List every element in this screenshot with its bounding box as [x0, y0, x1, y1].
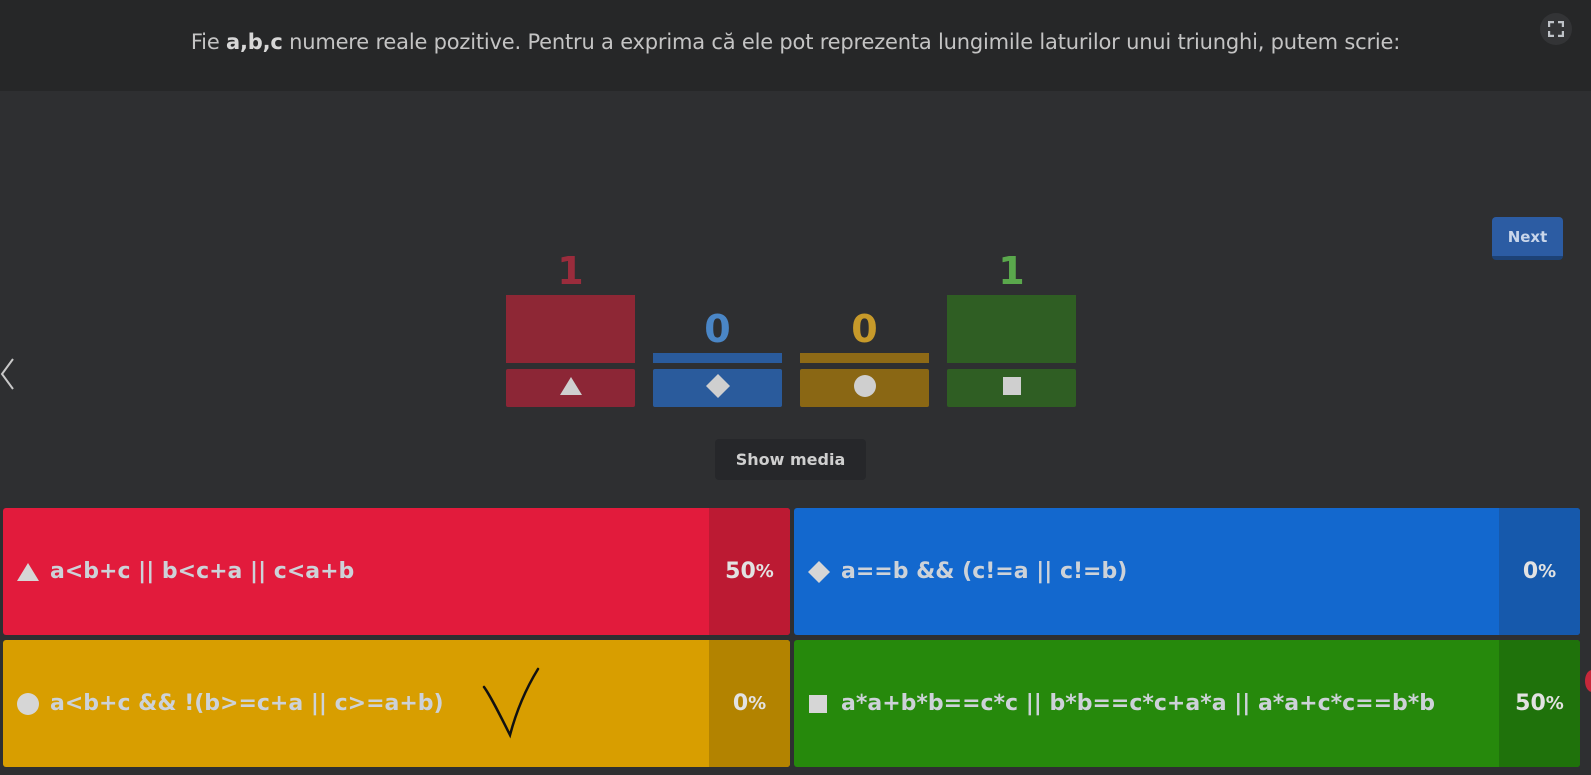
answer-text: a==b && (c!=a || c!=b) [841, 559, 1128, 584]
diamond-icon [705, 373, 731, 403]
result-bar-base [653, 369, 782, 407]
cursor-indicator [1585, 670, 1591, 692]
square-icon [809, 694, 827, 713]
answer-percent: 50% [709, 508, 790, 635]
result-bar-fill [800, 353, 929, 363]
result-count: 0 [704, 307, 731, 351]
answer-option-square: a*a+b*b==c*c || b*b==c*c+a*a || a*a+c*c=… [794, 640, 1580, 767]
result-bar-base [947, 369, 1076, 407]
fullscreen-icon [1548, 21, 1564, 37]
question-suffix: numere reale pozitive. Pentru a exprima … [282, 30, 1401, 54]
fullscreen-button[interactable] [1540, 13, 1572, 45]
handwritten-checkmark [482, 667, 540, 739]
answer-percent: 50% [1499, 640, 1580, 767]
next-button[interactable]: Next [1492, 217, 1563, 260]
answer-percent: 0% [709, 640, 790, 767]
answer-percent: 0% [1499, 508, 1580, 635]
answer-text: a<b+c && !(b>=c+a || c>=a+b) [50, 691, 444, 716]
diamond-icon [808, 560, 830, 583]
question-variables: a,b,c [226, 30, 283, 54]
triangle-icon [559, 376, 583, 400]
answer-option-circle: a<b+c && !(b>=c+a || c>=a+b) 0% [3, 640, 790, 767]
answer-option-triangle: a<b+c || b<c+a || c<a+b 50% [3, 508, 790, 635]
question-text: Fie a,b,c numere reale pozitive. Pentru … [0, 30, 1591, 54]
result-count: 0 [851, 307, 878, 351]
circle-icon [17, 692, 39, 715]
result-count: 1 [557, 249, 584, 293]
result-bar-fill [506, 295, 635, 363]
show-media-button[interactable]: Show media [715, 439, 866, 480]
result-bar-base [800, 369, 929, 407]
chevron-left-icon[interactable] [0, 358, 14, 390]
triangle-icon [17, 562, 39, 581]
square-icon [1002, 376, 1022, 400]
result-count: 1 [998, 249, 1025, 293]
answer-text: a*a+b*b==c*c || b*b==c*c+a*a || a*a+c*c=… [841, 691, 1436, 716]
result-bar-base [506, 369, 635, 407]
circle-icon [853, 374, 877, 402]
question-prefix: Fie [190, 30, 227, 54]
answer-option-diamond: a==b && (c!=a || c!=b) 0% [794, 508, 1580, 635]
result-bar-fill [947, 295, 1076, 363]
result-bar-fill [653, 353, 782, 363]
answer-text: a<b+c || b<c+a || c<a+b [50, 559, 355, 584]
